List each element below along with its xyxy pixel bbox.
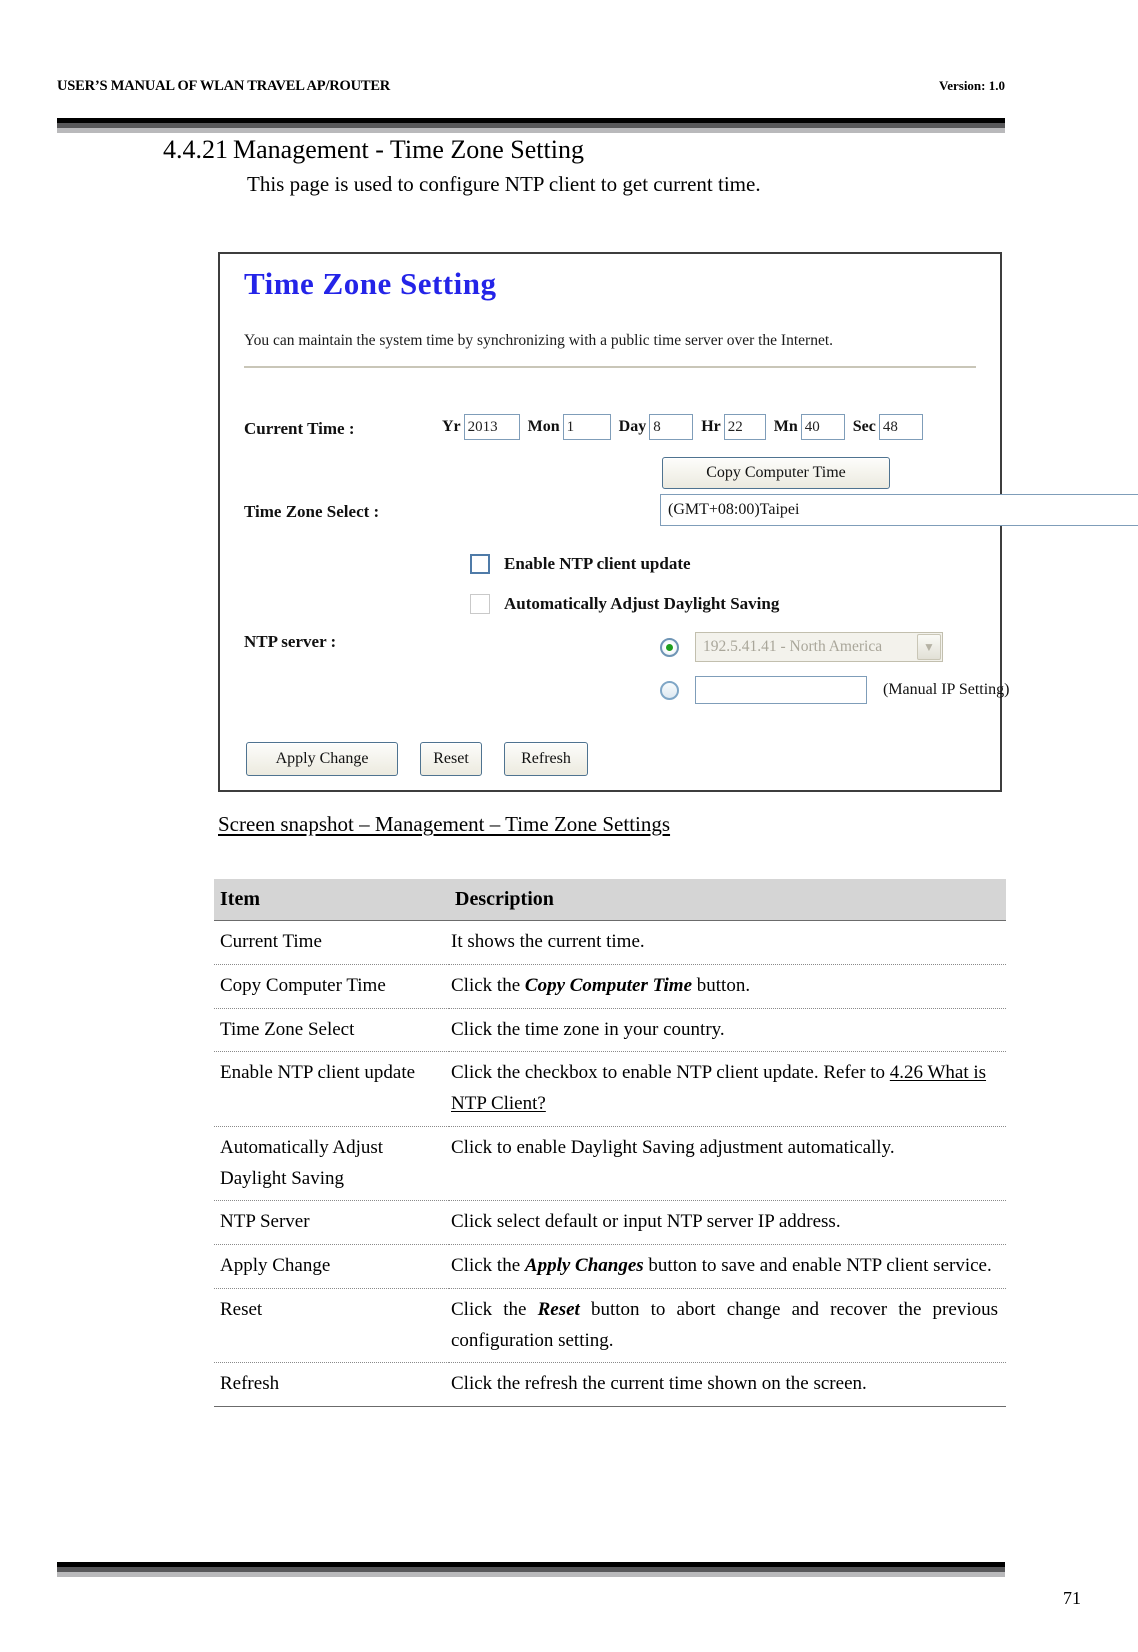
daylight-saving-label: Automatically Adjust Daylight Saving — [504, 594, 780, 613]
table-body: Current Time It shows the current time. Co… — [214, 920, 1006, 1408]
footer-rule — [57, 1562, 1005, 1577]
table-cell-description: Click the refresh the current time shown… — [449, 1362, 1006, 1408]
header-rule — [57, 118, 1005, 133]
daylight-saving-checkbox[interactable] — [470, 594, 490, 614]
year-input[interactable]: 2013 — [463, 414, 520, 440]
section-number: 4.4.21 — [163, 135, 228, 164]
section-title: Management - Time Zone Setting — [233, 135, 584, 164]
table-cell-description: Click select default or input NTP server… — [449, 1200, 1006, 1246]
ntp-preset-radio[interactable] — [660, 637, 679, 657]
panel-title: Time Zone Setting — [244, 266, 497, 301]
running-header: USER’S MANUAL OF WLAN TRAVEL AP/ROUTER V… — [57, 78, 1005, 95]
reset-button[interactable]: Reset — [420, 742, 482, 776]
page-number: 71 — [1063, 1588, 1081, 1608]
minute-label: Mn — [773, 418, 798, 435]
ntp-server-select[interactable]: 192.5.41.41 - North America ▼ — [695, 632, 943, 662]
table-row: Copy Computer Time Click the Copy Compute… — [214, 964, 1006, 1009]
apply-change-button[interactable]: Apply Change — [246, 742, 398, 776]
rule-light-band — [57, 1572, 1005, 1577]
table-row: Refresh Click the refresh the current tim… — [214, 1362, 1006, 1408]
time-zone-select-label: Time Zone Select : — [244, 502, 380, 521]
table-row: Apply Change Click the Apply Changes butt… — [214, 1244, 1006, 1289]
table-cell-item: NTP Server — [214, 1200, 449, 1246]
panel-button-row: Apply Change Reset Refresh — [246, 742, 588, 776]
screenshot-panel: Time Zone Setting You can maintain the s… — [218, 252, 1138, 792]
cross-reference-link[interactable]: 4.26 What is NTP Client? — [451, 1062, 986, 1114]
rule-light-band — [57, 128, 1005, 133]
emphasis-text: Reset — [537, 1298, 580, 1320]
table-row: Time Zone Select Click the time zone in y… — [214, 1008, 1006, 1053]
ntp-manual-radio[interactable] — [660, 680, 679, 700]
minute-input[interactable]: 40 — [800, 414, 845, 440]
table-cell-description: It shows the current time. — [449, 920, 1006, 965]
table-cell-description: Click the Reset button to abort change a… — [449, 1288, 1006, 1364]
hour-label: Hr — [701, 418, 721, 435]
table-row: Reset Click the Reset button to abort cha… — [214, 1288, 1006, 1364]
table-cell-item: Automatically Adjust Daylight Saving — [214, 1126, 449, 1202]
ntp-server-preset-row[interactable]: 192.5.41.41 - North America ▼ — [660, 632, 943, 662]
section-heading: 4.4.21 Management - Time Zone Setting — [163, 135, 584, 165]
item-description-table: Item Description Current Time It shows th… — [214, 879, 1006, 1408]
current-time-label: Current Time : — [244, 419, 355, 438]
radio-dot-icon — [666, 643, 673, 651]
manual-ip-input[interactable] — [695, 676, 867, 704]
panel-divider — [244, 366, 976, 368]
table-cell-item: Current Time — [214, 920, 449, 965]
refresh-button[interactable]: Refresh — [504, 742, 588, 776]
table-cell-description: Click to enable Daylight Saving adjustme… — [449, 1126, 1006, 1202]
header-title: USER’S MANUAL OF WLAN TRAVEL AP/ROUTER — [57, 78, 391, 94]
month-input[interactable]: 1 — [562, 414, 611, 440]
section-intro: This page is used to configure NTP clien… — [247, 172, 761, 196]
table-row: Current Time It shows the current time. — [214, 920, 1006, 965]
day-label: Day — [618, 418, 647, 435]
ntp-server-selected-value: 192.5.41.41 - North America — [703, 638, 883, 655]
table-row: NTP Server Click select default or input … — [214, 1200, 1006, 1246]
document-page: USER’S MANUAL OF WLAN TRAVEL AP/ROUTER V… — [0, 0, 1138, 1652]
table-cell-description: Click the Apply Changes button to save a… — [449, 1244, 1006, 1289]
copy-computer-time-button[interactable]: Copy Computer Time — [662, 457, 890, 489]
table-cell-item: Reset — [214, 1288, 449, 1364]
figure-caption: Screen snapshot – Management – Time Zone… — [218, 812, 671, 836]
table-cell-item: Enable NTP client update — [214, 1051, 449, 1127]
panel-description: You can maintain the system time by sync… — [244, 332, 834, 349]
enable-ntp-client-label: Enable NTP client update — [504, 554, 691, 573]
manual-ip-label: (Manual IP Setting) — [883, 681, 1010, 698]
header-version: Version: 1.0 — [939, 78, 1005, 93]
table-cell-item: Copy Computer Time — [214, 964, 449, 1009]
daylight-saving-row[interactable]: Automatically Adjust Daylight Saving — [470, 594, 779, 614]
year-label: Yr — [442, 418, 461, 435]
column-header-item: Item — [214, 879, 449, 921]
month-label: Mon — [527, 418, 560, 435]
current-time-fields: Yr 2013 Mon 1 Day 8 Hr 22 Mn 40 Sec 48 — [442, 414, 931, 440]
table-row: Enable NTP client update Click the checkb… — [214, 1051, 1006, 1127]
table-row: Automatically Adjust Daylight Saving Clic… — [214, 1126, 1006, 1202]
time-zone-select[interactable]: (GMT+08:00)Taipei ▼ — [660, 494, 1138, 526]
enable-ntp-client-row[interactable]: Enable NTP client update — [470, 554, 691, 574]
time-zone-selected-value: (GMT+08:00)Taipei — [668, 501, 800, 518]
second-input[interactable]: 48 — [878, 414, 923, 440]
emphasis-text: Copy Computer Time — [524, 974, 693, 996]
table-cell-description: Click the time zone in your country. — [449, 1008, 1006, 1053]
second-label: Sec — [852, 418, 876, 435]
table-cell-description: Click the checkbox to enable NTP client … — [449, 1051, 1006, 1127]
chevron-down-icon[interactable]: ▼ — [917, 634, 941, 660]
ntp-server-manual-row[interactable]: (Manual IP Setting) — [660, 676, 1010, 704]
day-input[interactable]: 8 — [649, 414, 694, 440]
hour-input[interactable]: 22 — [723, 414, 766, 440]
enable-ntp-client-checkbox[interactable] — [470, 554, 490, 574]
table-cell-item: Time Zone Select — [214, 1008, 449, 1053]
table-header-row: Item Description — [214, 879, 1006, 921]
table-cell-description: Click the Copy Computer Time button. — [449, 964, 1006, 1009]
table-cell-item: Apply Change — [214, 1244, 449, 1289]
emphasis-text: Apply Changes — [524, 1255, 644, 1277]
table-cell-item: Refresh — [214, 1362, 449, 1408]
ntp-server-label: NTP server : — [244, 632, 337, 651]
column-header-description: Description — [449, 879, 1006, 921]
